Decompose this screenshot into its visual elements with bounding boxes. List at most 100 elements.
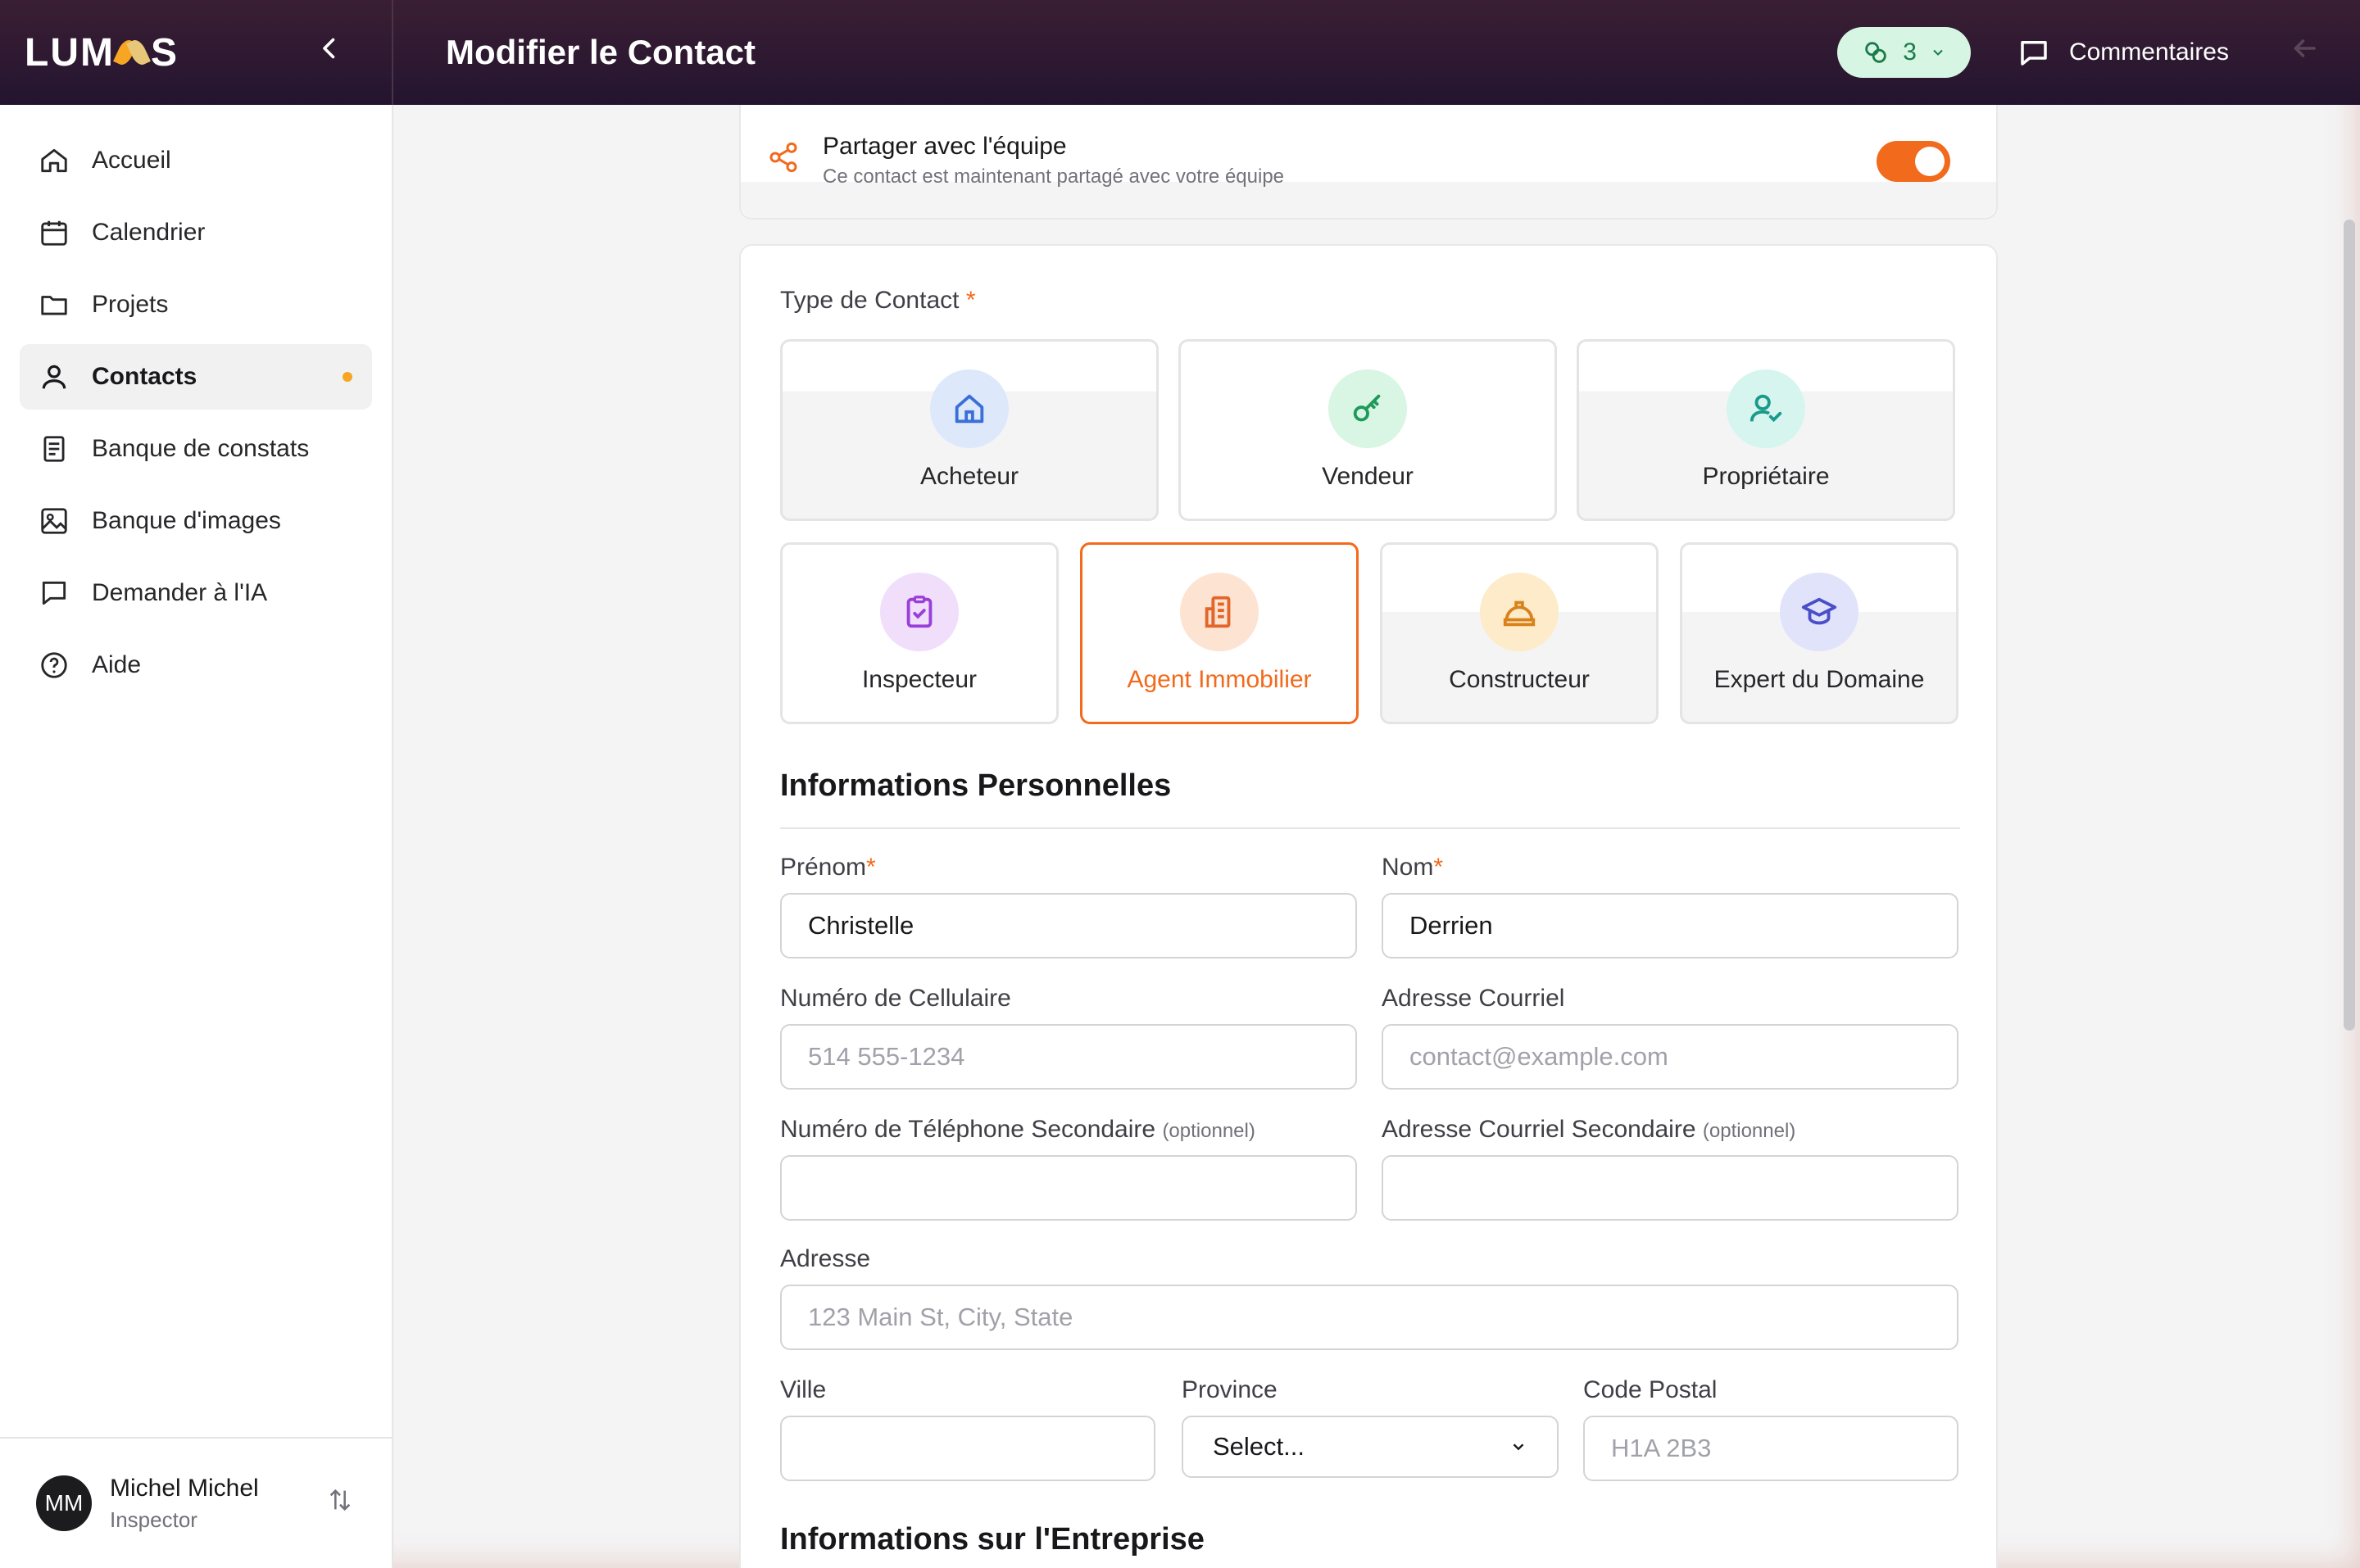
help-icon <box>38 649 70 682</box>
collaborators-badge[interactable]: 3 <box>1837 27 1971 78</box>
avatar: MM <box>36 1475 92 1531</box>
comments-label: Commentaires <box>2068 39 2229 66</box>
sidebar-item-label: Aide <box>92 651 142 678</box>
type-label: Constructeur <box>1449 666 1590 693</box>
collaborators-count: 3 <box>1903 39 1917 66</box>
share-icon <box>769 142 797 173</box>
mobile-input[interactable] <box>780 1024 1357 1090</box>
app-logo: LUM S <box>25 30 179 75</box>
province-select[interactable]: Select... <box>1182 1416 1559 1478</box>
clipboard-check-icon <box>880 573 959 651</box>
key-icon <box>1328 369 1407 448</box>
address-label: Adresse <box>780 1245 871 1272</box>
first-name-input[interactable] <box>780 893 1357 958</box>
sidebar-item-banque-images[interactable]: Banque d'images <box>20 488 372 554</box>
sidebar-item-label: Contacts <box>92 363 197 390</box>
sidebar-item-label: Demander à l'IA <box>92 579 268 606</box>
scrollbar[interactable] <box>2344 220 2355 1031</box>
user-name: Michel Michel <box>110 1474 259 1502</box>
last-name-label: Nom* <box>1382 854 1444 881</box>
logo-mark-icon <box>116 36 149 69</box>
email-input[interactable] <box>1382 1024 1958 1090</box>
top-bar: LUM S Modifier le Contact 3 Commentaires <box>0 0 2360 105</box>
main-content: Partager avec l'équipe Ce contact est ma… <box>395 105 2360 1568</box>
collapse-sidebar-button[interactable] <box>313 34 346 71</box>
sidebar-item-label: Calendrier <box>92 219 206 246</box>
chevron-down-icon <box>1933 49 1943 56</box>
type-card-agent-immobilier[interactable]: Agent Immobilier <box>1080 542 1359 724</box>
sidebar-item-aide[interactable]: Aide <box>20 632 372 698</box>
phone2-label: Numéro de Téléphone Secondaire (optionne… <box>780 1116 1255 1143</box>
chevron-down-icon <box>1513 1443 1524 1451</box>
comment-icon <box>2021 41 2047 66</box>
email-label: Adresse Courriel <box>1382 985 1565 1012</box>
phone2-input[interactable] <box>780 1155 1357 1221</box>
home-icon <box>38 144 70 177</box>
type-label: Propriétaire <box>1702 463 1830 490</box>
province-label: Province <box>1182 1376 1278 1403</box>
page-title: Modifier le Contact <box>446 33 756 71</box>
type-label: Acheteur <box>919 463 1019 490</box>
share-subtitle: Ce contact est maintenant partagé avec v… <box>823 165 1285 188</box>
postal-input[interactable] <box>1583 1416 1958 1481</box>
switch-account-icon[interactable] <box>326 1486 354 1520</box>
sidebar-item-demander-ia[interactable]: Demander à l'IA <box>20 560 372 626</box>
type-card-inspecteur[interactable]: Inspecteur <box>780 542 1059 724</box>
sidebar-item-contacts[interactable]: Contacts <box>20 344 372 410</box>
address-input[interactable] <box>780 1285 1958 1350</box>
chevron-left-icon <box>323 38 335 59</box>
sidebar-item-label: Banque de constats <box>92 435 310 462</box>
graduation-cap-icon <box>1780 573 1858 651</box>
share-text: Partager avec l'équipe Ce contact est ma… <box>823 133 1284 188</box>
sidebar-item-banque-constats[interactable]: Banque de constats <box>20 416 372 482</box>
user-profile[interactable]: MM Michel Michel Inspector <box>0 1437 393 1568</box>
share-toggle[interactable] <box>1877 141 1950 182</box>
user-info: Michel Michel Inspector <box>110 1475 259 1533</box>
sidebar-item-label: Banque d'images <box>92 507 281 534</box>
logo-area: LUM S <box>0 0 393 105</box>
active-indicator-dot <box>343 372 352 382</box>
app-window: LUM S Modifier le Contact 3 Commentaires … <box>0 0 2360 1568</box>
chat-icon <box>38 577 70 610</box>
type-card-constructeur[interactable]: Constructeur <box>1380 542 1659 724</box>
province-selected-value: Select... <box>1213 1432 1305 1461</box>
sidebar-nav: Accueil Calendrier Projets Contacts Banq… <box>0 105 392 727</box>
type-label: Vendeur <box>1322 463 1414 490</box>
image-icon <box>38 505 70 537</box>
sidebar-item-label: Projets <box>92 291 169 318</box>
city-label: Ville <box>780 1376 827 1403</box>
panel-toggle-button[interactable] <box>2290 34 2319 71</box>
contact-form-card: Type de Contact * Acheteur Vendeur Propr… <box>739 244 1998 1568</box>
sidebar-item-projets[interactable]: Projets <box>20 272 372 338</box>
contact-type-label: Type de Contact * <box>780 287 976 314</box>
postal-label: Code Postal <box>1583 1376 1718 1403</box>
share-title: Partager avec l'équipe <box>823 133 1067 160</box>
document-icon <box>38 433 70 465</box>
email2-label: Adresse Courriel Secondaire (optionnel) <box>1382 1116 1796 1143</box>
comments-button[interactable]: Commentaires <box>2017 35 2229 70</box>
section-divider <box>780 827 1960 829</box>
sidebar-item-accueil[interactable]: Accueil <box>20 128 372 193</box>
section-title-personal: Informations Personnelles <box>780 768 1172 803</box>
arrow-left-icon <box>2293 39 2316 57</box>
type-card-proprietaire[interactable]: Propriétaire <box>1577 339 1955 521</box>
section-title-company: Informations sur l'Entreprise <box>780 1522 1205 1557</box>
sidebar-item-label: Accueil <box>92 147 171 174</box>
type-card-vendeur[interactable]: Vendeur <box>1178 339 1557 521</box>
share-card: Partager avec l'équipe Ce contact est ma… <box>739 105 1998 220</box>
user-role: Inspector <box>110 1507 197 1532</box>
calendar-icon <box>38 216 70 249</box>
type-label: Inspecteur <box>861 666 978 693</box>
user-icon <box>38 360 70 393</box>
type-card-acheteur[interactable]: Acheteur <box>780 339 1159 521</box>
type-label: Agent Immobilier <box>1127 666 1312 693</box>
house-icon <box>930 369 1009 448</box>
city-input[interactable] <box>780 1416 1155 1481</box>
folder-icon <box>38 288 70 321</box>
sidebar-item-calendrier[interactable]: Calendrier <box>20 200 372 265</box>
type-card-expert-domaine[interactable]: Expert du Domaine <box>1680 542 1958 724</box>
email2-input[interactable] <box>1382 1155 1958 1221</box>
last-name-input[interactable] <box>1382 893 1958 958</box>
link-users-icon <box>1865 42 1886 63</box>
share-row: Partager avec l'équipe Ce contact est ma… <box>767 133 1284 188</box>
